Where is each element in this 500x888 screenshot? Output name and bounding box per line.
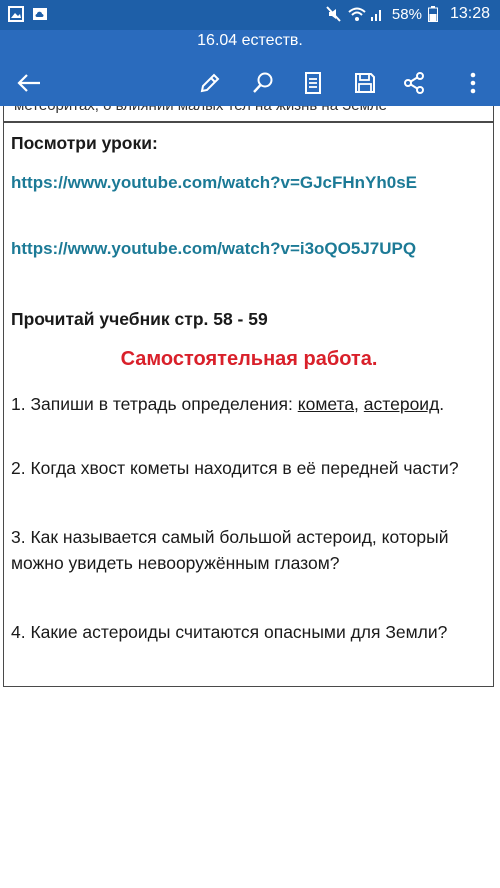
question-1: 1. Запиши в тетрадь определения: комета,… [11,391,487,417]
share-button[interactable] [397,66,431,100]
edit-button[interactable] [193,66,227,100]
cut-off-line: метеоритах, о влиянии малых тел на жизнь… [14,106,387,114]
youtube-link-1[interactable]: https://www.youtube.com/watch?v=GJcFHnYh… [11,171,487,195]
question-1-text: 1. Запиши в тетрадь определения: [11,394,298,414]
battery-percent: 58% [391,5,422,23]
question-1-suffix: . [439,394,445,414]
status-bar: 58% 13:28 [0,0,500,30]
signal-icon [370,6,386,22]
youtube-link-2[interactable]: https://www.youtube.com/watch?v=i3oQO5J7… [11,237,487,261]
question-4: 4. Какие астероиды считаются опасными дл… [11,622,448,642]
image-icon [8,6,24,22]
term-asteroid: астероид [363,394,440,414]
share-icon [404,72,424,94]
app-bar: 16.04 естеств. [0,30,500,106]
more-options-button[interactable] [456,66,490,100]
term-comet: комета, [297,394,359,414]
back-arrow-icon [17,74,40,92]
search-button[interactable] [246,66,280,100]
reading-mode-button[interactable] [296,66,330,100]
more-icon [470,72,476,94]
table-divider [4,121,493,123]
battery-icon [427,6,444,22]
question-3: 3. Как называется самый большой астероид… [11,527,449,573]
question-2: 2. Когда хвост кометы находится в её пер… [11,458,459,478]
save-icon [355,73,375,93]
edit-pencil-icon [200,73,220,93]
document-viewer[interactable]: метеоритах, о влиянии малых тел на жизнь… [0,106,500,888]
watch-lessons-heading: Посмотри уроки: [11,133,158,153]
section-title: Самостоятельная работа. [120,348,378,370]
reading-mode-icon [305,72,321,94]
back-button[interactable] [12,66,46,100]
save-button[interactable] [348,66,382,100]
wifi-icon [348,6,366,22]
document-title: 16.04 естеств. [197,32,303,49]
mute-icon [326,6,342,22]
cloud-icon [32,6,48,22]
clock: 13:28 [449,5,490,22]
document-table-cell: метеоритах, о влиянии малых тел на жизнь… [3,106,494,687]
read-textbook-text: Прочитай учебник стр. 58 - 59 [11,309,268,329]
search-icon [253,72,273,93]
